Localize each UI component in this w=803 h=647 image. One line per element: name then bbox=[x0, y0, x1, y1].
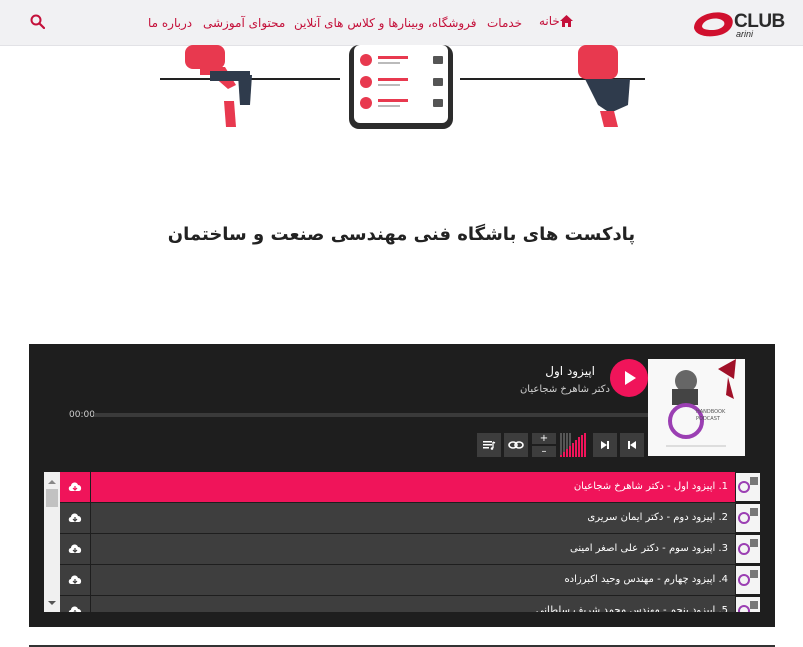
nav-item-home-label: خانه bbox=[539, 14, 560, 28]
nav-item-education-label: محتوای آموزشی bbox=[203, 15, 286, 30]
current-episode-title: اپیزود اول bbox=[545, 364, 595, 378]
volume-meter[interactable] bbox=[560, 433, 588, 457]
next-icon bbox=[601, 441, 609, 449]
cloud-download-icon bbox=[68, 575, 82, 584]
episode-cover-image: HANDBOOK PODCAST bbox=[648, 359, 745, 456]
playlist-item-label: 1. اپیزود اول - دکتر شاهرخ شجاعیان bbox=[91, 472, 735, 502]
hero-illustration bbox=[0, 45, 803, 135]
nav-item-education[interactable]: محتوای آموزشی bbox=[203, 0, 285, 45]
playlist-item-thumbnail bbox=[736, 597, 760, 612]
nav-item-about[interactable]: درباره ما bbox=[148, 0, 192, 45]
playlist-item[interactable]: 3. اپیزود سوم - دکتر علی اصغر امینی bbox=[60, 534, 760, 564]
playlist-item-label: 5. اپیزود پنجم - مهندس محمد شریف سلطانی bbox=[91, 596, 735, 612]
download-button[interactable] bbox=[60, 472, 90, 502]
thumbnail-image bbox=[738, 601, 758, 612]
nav-item-about-label: درباره ما bbox=[148, 15, 193, 30]
search-icon bbox=[30, 14, 46, 30]
playlist-item-label: 4. اپیزود چهارم - مهندس وحید اکبرزاده bbox=[91, 565, 735, 595]
cloud-download-icon bbox=[68, 544, 82, 553]
playlist-scrollbar[interactable] bbox=[44, 472, 60, 612]
playlist-item-thumbnail bbox=[736, 566, 760, 594]
thumbnail-image bbox=[738, 570, 758, 586]
previous-track-button[interactable] bbox=[620, 433, 644, 457]
playlist-item-thumbnail bbox=[736, 473, 760, 501]
play-icon bbox=[625, 371, 636, 385]
search-button[interactable] bbox=[30, 14, 46, 33]
playlist-item-thumbnail bbox=[736, 535, 760, 563]
cover-text: HANDBOOK PODCAST bbox=[696, 409, 726, 422]
playlist: 1. اپیزود اول - دکتر شاهرخ شجاعیان 2. اپ… bbox=[44, 472, 760, 612]
nav-item-shop-label: فروشگاه، وبینارها و کلاس های آنلاین bbox=[294, 15, 477, 30]
nav-item-home[interactable]: خانه bbox=[535, 14, 573, 28]
site-logo[interactable]: CLUB arini bbox=[688, 5, 785, 39]
loop-button[interactable] bbox=[504, 433, 528, 457]
download-button[interactable] bbox=[60, 534, 90, 564]
playlist-item[interactable]: 2. اپیزود دوم - دکتر ایمان سریری bbox=[60, 503, 760, 533]
page-title: پادکست های باشگاه فنی مهندسی صنعت و ساخت… bbox=[167, 224, 636, 245]
scroll-down-arrow-icon[interactable] bbox=[44, 598, 60, 608]
playlist-item[interactable]: 4. اپیزود چهارم - مهندس وحید اکبرزاده bbox=[60, 565, 760, 595]
volume-down-button[interactable]: – bbox=[532, 446, 556, 457]
playlist-item-label: 2. اپیزود دوم - دکتر ایمان سریری bbox=[91, 503, 735, 533]
thumbnail-image bbox=[738, 539, 758, 555]
cloud-download-icon bbox=[68, 513, 82, 522]
home-icon bbox=[559, 15, 573, 27]
progress-bar[interactable] bbox=[94, 413, 648, 417]
download-button[interactable] bbox=[60, 503, 90, 533]
thumbnail-image bbox=[738, 477, 758, 493]
cloud-download-icon bbox=[68, 606, 82, 612]
cover-artwork bbox=[648, 359, 745, 456]
logo-swoosh-icon bbox=[694, 12, 733, 37]
podcast-player: HANDBOOK PODCAST اپیزود اول دکتر شاهرخ ش… bbox=[29, 344, 775, 627]
previous-icon bbox=[628, 441, 636, 449]
scroll-up-arrow-icon[interactable] bbox=[44, 477, 60, 487]
download-button[interactable] bbox=[60, 565, 90, 595]
volume-bars-icon bbox=[560, 433, 586, 457]
cloud-download-icon bbox=[68, 482, 82, 491]
time-display: 00:00 bbox=[69, 410, 95, 420]
volume-stepper: + – bbox=[532, 433, 556, 457]
volume-up-button[interactable]: + bbox=[532, 433, 556, 444]
current-episode-artist: دکتر شاهرخ شجاعیان bbox=[519, 384, 610, 395]
thumbnail-image bbox=[738, 508, 758, 524]
logo-subtext: arini bbox=[736, 29, 754, 39]
download-button[interactable] bbox=[60, 596, 90, 612]
loop-icon bbox=[508, 441, 524, 449]
nav-item-services-label: خدمات bbox=[487, 15, 523, 30]
play-button[interactable] bbox=[610, 359, 648, 397]
top-navbar: CLUB arini خانه خدمات فروشگاه، وبینارها … bbox=[0, 0, 803, 46]
nav-item-services[interactable]: خدمات bbox=[487, 0, 522, 45]
scrollbar-thumb[interactable] bbox=[46, 489, 58, 507]
next-track-button[interactable] bbox=[593, 433, 617, 457]
playlist-item[interactable]: 5. اپیزود پنجم - مهندس محمد شریف سلطانی bbox=[60, 596, 760, 612]
playlist-item-label: 3. اپیزود سوم - دکتر علی اصغر امینی bbox=[91, 534, 735, 564]
playlist-item-thumbnail bbox=[736, 504, 760, 532]
playlist-item[interactable]: 1. اپیزود اول - دکتر شاهرخ شجاعیان bbox=[60, 472, 760, 502]
playlist-icon bbox=[483, 441, 496, 450]
playlist-toggle-button[interactable] bbox=[477, 433, 501, 457]
podcast-illustration-image bbox=[160, 45, 645, 129]
nav-item-shop[interactable]: فروشگاه، وبینارها و کلاس های آنلاین bbox=[294, 0, 477, 45]
